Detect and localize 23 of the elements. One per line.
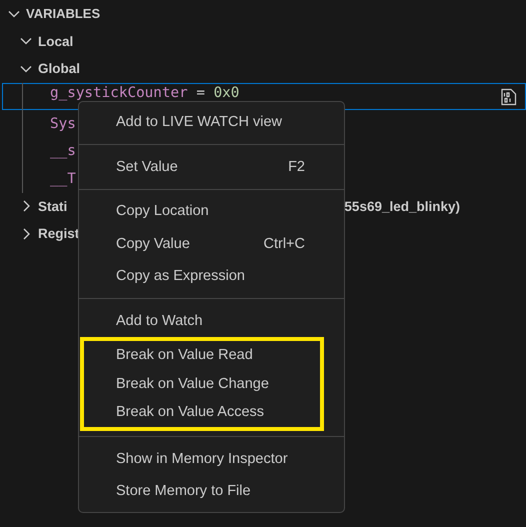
scope-label: Global xyxy=(38,61,80,76)
scope-label: Regist xyxy=(38,226,80,242)
scope-label: 55s69_led_blinky) xyxy=(344,198,460,214)
variable-entry: __s xyxy=(50,143,76,160)
menu-item[interactable]: Set Value F2 xyxy=(79,150,344,183)
variable-entry: g_systickCounter = 0x0 xyxy=(50,85,240,102)
menu-item[interactable]: Copy as Expression xyxy=(79,260,344,292)
scope-label: Local xyxy=(38,34,74,49)
variable-entry: Sys xyxy=(50,116,76,132)
menu-item[interactable]: Break on Value Change xyxy=(84,370,320,398)
menu-item[interactable]: Store Memory to File xyxy=(79,475,344,508)
menu-item[interactable]: Break on Value Read xyxy=(84,341,320,370)
menu-item[interactable]: Add to Watch xyxy=(79,304,344,337)
variable-entry: __T xyxy=(50,170,76,187)
shortcut-label: Ctrl+C xyxy=(264,236,305,252)
menu-item[interactable]: Copy Location xyxy=(79,195,344,228)
shortcut-label: F2 xyxy=(288,158,305,175)
scope-label: Stati xyxy=(38,198,68,214)
menu-item[interactable]: Show in Memory Inspector xyxy=(79,442,344,475)
menu-item[interactable]: Copy Value Ctrl+C xyxy=(79,228,344,260)
menu-item[interactable]: Break on Value Access xyxy=(84,398,320,426)
section-title: VARIABLES xyxy=(26,6,100,22)
binary-data-icon[interactable] xyxy=(500,88,517,106)
